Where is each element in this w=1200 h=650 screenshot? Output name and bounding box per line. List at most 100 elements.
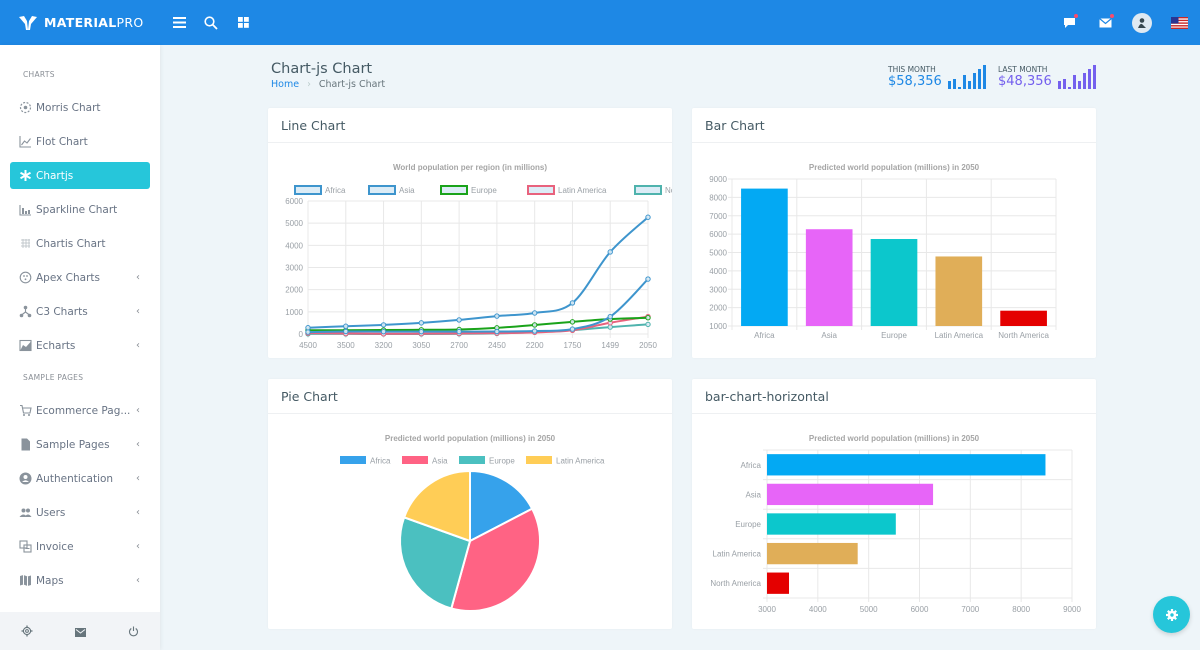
settings-fab-button[interactable] — [1153, 596, 1190, 633]
data-point — [607, 313, 613, 320]
sidebar-item-label: Users — [36, 506, 66, 519]
data-point — [380, 322, 387, 328]
data-point — [418, 328, 425, 335]
x-tick-label: 8000 — [1012, 605, 1030, 614]
data-point — [645, 315, 651, 321]
apps-grid-icon[interactable] — [234, 14, 252, 32]
data-point — [531, 322, 538, 328]
sidebar-item-chartis-chart[interactable]: Chartis Chart — [10, 230, 150, 257]
sidebar-item-users[interactable]: Users ‹ — [10, 499, 150, 526]
sidebar-item-c3-charts[interactable]: C3 Charts ‹ — [10, 298, 150, 325]
sidebar-item-echarts[interactable]: Echarts ‹ — [10, 332, 150, 359]
stat-this-month: THIS MONTH $58,356 — [888, 65, 990, 89]
user-avatar[interactable] — [1132, 12, 1152, 33]
sidebar-item-chartjs[interactable]: Chartjs — [10, 162, 150, 189]
message-icon[interactable] — [1060, 13, 1078, 32]
data-point — [380, 328, 387, 335]
bar-chart-card: Bar Chart Predicted world population (mi… — [692, 108, 1096, 358]
legend-swatch — [526, 456, 552, 464]
bar-chart: Predicted world population (millions) in… — [709, 163, 1057, 340]
sidebar-item-flot-chart[interactable]: Flot Chart — [10, 128, 150, 155]
line-chart: World population per region (in millions… — [285, 163, 672, 350]
legend-label: Latin America — [558, 186, 607, 195]
bar-north-america — [767, 572, 790, 594]
page-title: Chart-js Chart — [271, 61, 373, 77]
bar-latin-america — [935, 256, 983, 326]
menu-icon[interactable] — [170, 14, 188, 32]
us-flag-icon[interactable] — [1170, 14, 1188, 32]
y-tick-label: 6000 — [709, 230, 727, 239]
bar-africa — [741, 188, 788, 326]
data-point — [607, 249, 613, 255]
stat-value: $58,356 — [888, 74, 942, 89]
sidebar-item-invoice[interactable]: Invoice ‹ — [10, 533, 150, 560]
sidebar-item-label: Sparkline Chart — [36, 203, 118, 216]
sidebar-item-maps[interactable]: Maps ‹ — [10, 567, 150, 594]
bar-africa — [767, 454, 1046, 476]
sparkline-this-month — [947, 65, 986, 89]
data-point — [569, 300, 576, 306]
sidebar-item-sample-pages[interactable]: Sample Pages ‹ — [10, 431, 150, 458]
sidebar-item-ecommerce-pag[interactable]: Ecommerce Pag... ‹ — [10, 397, 150, 424]
mail-icon[interactable] — [75, 622, 86, 641]
sidebar-item-sparkline-chart[interactable]: Sparkline Chart — [10, 196, 150, 223]
data-point — [456, 328, 462, 335]
bar-europe — [870, 239, 918, 326]
grid-chart-icon — [19, 237, 32, 250]
bar-europe — [767, 513, 896, 535]
invoice-icon — [19, 540, 32, 553]
sidebar-item-morris-chart[interactable]: Morris Chart — [10, 94, 150, 121]
x-tick-label: 5000 — [860, 605, 878, 614]
legend-label: Asia — [399, 186, 415, 195]
mail-icon[interactable] — [1096, 13, 1114, 32]
x-tick-label: 3200 — [375, 341, 393, 350]
y-tick-label: 0 — [299, 330, 304, 339]
breadcrumb-home[interactable]: Home — [271, 79, 299, 90]
series-line-africa — [307, 278, 649, 334]
data-point — [645, 276, 651, 282]
area-chart-icon — [19, 339, 32, 352]
chevron-left-icon: ‹ — [136, 405, 140, 416]
sidebar-item-apex-charts[interactable]: Apex Charts ‹ — [10, 264, 150, 291]
horizontal-bar-chart: Predicted world population (millions) in… — [710, 434, 1081, 614]
bar-chart-icon — [19, 203, 32, 216]
brand-bold: MATERIAL — [44, 15, 117, 30]
search-icon[interactable] — [202, 14, 220, 32]
legend-label: North America — [665, 186, 672, 195]
sidebar: CHARTS Morris Chart Flot Chart Chartjs S… — [0, 45, 160, 650]
y-tick-label: Asia — [745, 490, 761, 499]
x-tick-label: 4000 — [809, 605, 827, 614]
notification-dot — [1074, 13, 1078, 18]
y-tick-label: 2000 — [709, 304, 727, 313]
power-icon[interactable] — [128, 622, 139, 641]
sidebar-item-authentication[interactable]: Authentication ‹ — [10, 465, 150, 492]
stat-value: $48,356 — [998, 74, 1052, 89]
legend-swatch — [459, 456, 485, 464]
legend-swatch — [340, 456, 366, 464]
brand-logo[interactable]: MATERIALPRO — [0, 15, 160, 31]
legend-swatch — [402, 456, 428, 464]
users-icon — [19, 506, 32, 519]
topbar: MATERIALPRO — [0, 0, 1200, 45]
y-tick-label: Latin America — [713, 550, 762, 559]
user-circle-icon — [19, 472, 32, 485]
settings-icon[interactable] — [21, 622, 33, 641]
sidebar-item-label: Ecommerce Pag... — [36, 404, 131, 417]
legend-label: Latin America — [556, 457, 605, 466]
data-point — [456, 317, 462, 323]
chevron-left-icon: ‹ — [136, 439, 140, 450]
sidebar-item-label: Sample Pages — [36, 438, 110, 451]
data-point — [531, 328, 538, 334]
brand-name: MATERIALPRO — [44, 15, 144, 30]
x-tick-label: 1750 — [564, 341, 582, 350]
bar-asia — [805, 229, 853, 326]
pie-chart-card: Pie Chart Predicted world population (mi… — [268, 379, 672, 629]
legend-label: Africa — [325, 186, 346, 195]
apex-icon — [19, 271, 32, 284]
chart-title: World population per region (in millions… — [393, 163, 547, 172]
chevron-left-icon: ‹ — [136, 575, 140, 586]
bar-north-america — [1000, 310, 1047, 326]
network-icon — [19, 305, 32, 318]
map-icon — [19, 574, 32, 587]
chevron-left-icon: ‹ — [136, 306, 140, 317]
